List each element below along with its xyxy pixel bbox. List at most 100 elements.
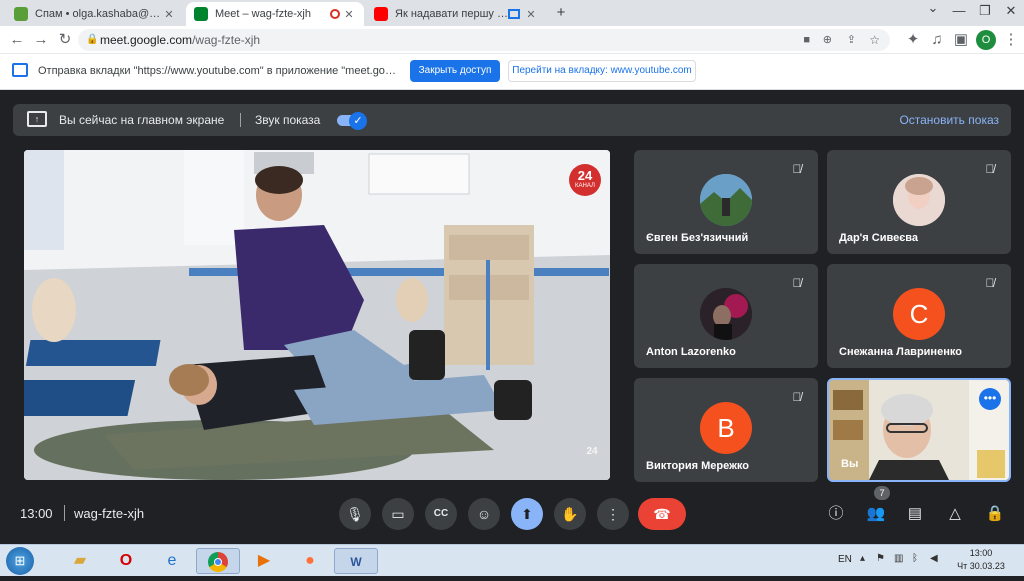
firefox-icon[interactable]: ● (288, 548, 332, 574)
url-path: /wag-fzte-xjh (192, 33, 261, 47)
mic-off-icon: 🎙̸ (985, 276, 995, 290)
self-tile[interactable]: ••• Вы (827, 378, 1011, 482)
chat-icon[interactable]: ▤ (903, 502, 927, 526)
side-panel-icon[interactable]: ▣ (950, 29, 972, 51)
mic-off-icon: 🎙̸ (792, 390, 802, 404)
captions-button[interactable]: CC (425, 498, 457, 530)
participant-name: Вы (841, 458, 859, 470)
cast-icon (508, 9, 520, 19)
screen-share-icon (12, 63, 28, 77)
participant-tile[interactable]: 🎙̸ Євген Без'язичний (634, 150, 818, 254)
tray-arrow-icon[interactable]: ▴ (860, 553, 865, 564)
avatar (893, 174, 945, 226)
participant-tile[interactable]: 🎙̸ С Снежанна Лавриненко (827, 264, 1011, 368)
zoom-icon[interactable]: ⊕ (823, 29, 832, 51)
youtube-favicon-icon (374, 7, 388, 21)
windows-taskbar: ⊞ ▰ O e ▶ ● W EN ▴ ⚑ ▥ ᛒ ◀ 13:00 Чт 30.0… (0, 544, 1024, 576)
activities-icon[interactable]: △ (943, 502, 967, 526)
opera-icon[interactable]: O (104, 548, 148, 574)
close-icon[interactable]: ✕ (524, 8, 538, 21)
switch-tab-button[interactable]: Перейти на вкладку: www.youtube.com (508, 60, 696, 82)
mail-favicon-icon (14, 7, 28, 21)
participant-name: Дар'я Сивеєва (839, 232, 919, 244)
people-count-badge: 7 (874, 486, 890, 500)
bluetooth-icon[interactable]: ᛒ (912, 553, 918, 564)
close-icon[interactable]: ✕ (162, 8, 176, 21)
url-host: meet.google.com (100, 33, 193, 47)
word-icon[interactable]: W (334, 548, 378, 574)
taskbar-time[interactable]: 13:00 (958, 548, 1004, 558)
presented-video: 24 КАНАЛ 24 (24, 150, 610, 480)
tab-youtube[interactable]: Як надавати першу домедич ✕ (366, 2, 546, 26)
restore-icon[interactable]: ❐ (974, 3, 996, 23)
tab-meet[interactable]: Meet – wag-fzte-xjh ✕ (186, 2, 364, 26)
mic-off-icon: 🎙̸ (792, 276, 802, 290)
video-frame-image (24, 150, 610, 480)
chrome-icon[interactable] (196, 548, 240, 574)
network-icon[interactable]: ▥ (894, 553, 903, 564)
present-button[interactable]: ⬆ (511, 498, 543, 530)
window-close-icon[interactable]: ✕ (1000, 3, 1022, 23)
participant-name: Anton Lazorenko (646, 346, 736, 358)
media-player-icon[interactable]: ▶ (242, 548, 286, 574)
tab-title: Спам • olga.kashaba@ukr.net (35, 8, 162, 20)
reload-icon[interactable]: ↻ (54, 29, 76, 51)
meeting-code: wag-fzte-xjh (74, 506, 145, 521)
avatar: С (893, 288, 945, 340)
minimize-icon[interactable]: — (948, 3, 970, 23)
volume-icon[interactable]: ◀ (930, 553, 938, 564)
present-screen-icon: ↑ (27, 111, 47, 127)
share-icon[interactable]: ⇪ (847, 29, 856, 51)
avatar (700, 288, 752, 340)
meeting-details-icon[interactable]: ⓘ (824, 502, 848, 526)
participant-tile[interactable]: 🎙̸ В Виктория Мережко (634, 378, 818, 482)
check-icon: ✓ (349, 112, 367, 130)
camera-button[interactable]: ▭ (382, 498, 414, 530)
media-icon[interactable]: ♫ (926, 29, 948, 51)
bookmark-star-icon[interactable]: ☆ (869, 29, 880, 51)
stop-presenting-button[interactable]: Остановить показ (899, 113, 999, 127)
divider (64, 505, 65, 521)
raise-hand-button[interactable]: ✋ (554, 498, 586, 530)
presentation-bar: ↑ Вы сейчас на главном экране Звук показ… (13, 104, 1011, 136)
participant-tile[interactable]: 🎙̸ Дар'я Сивеєва (827, 150, 1011, 254)
participant-name: Виктория Мережко (646, 460, 749, 472)
more-options-button[interactable]: ⋮ (597, 498, 629, 530)
meeting-clock: 13:00 (20, 506, 53, 521)
camera-icon[interactable]: ■ (803, 29, 810, 51)
host-controls-icon[interactable]: 🔒 (983, 502, 1007, 526)
internet-explorer-icon[interactable]: e (150, 548, 194, 574)
tab-search-icon[interactable]: ⌄ (922, 0, 944, 20)
recording-icon (330, 9, 340, 19)
new-tab-button[interactable]: + (552, 4, 570, 22)
leave-call-button[interactable]: ☎ (638, 498, 686, 530)
address-bar[interactable]: 🔒 meet.google.com/wag-fzte-xjh ■ ⊕ ⇪ ☆ (78, 29, 890, 51)
menu-icon[interactable]: ⋮ (1000, 29, 1022, 51)
avatar: В (700, 402, 752, 454)
extensions-icon[interactable]: ✦ (902, 29, 924, 51)
more-options-icon[interactable]: ••• (979, 388, 1001, 410)
file-explorer-icon[interactable]: ▰ (58, 548, 102, 574)
start-button-icon[interactable]: ⊞ (6, 547, 34, 575)
divider (240, 113, 241, 127)
flag-icon[interactable]: ⚑ (876, 553, 885, 564)
back-icon[interactable]: ← (6, 29, 28, 51)
microphone-button[interactable]: 🎙 (339, 498, 371, 530)
tab-mail[interactable]: Спам • olga.kashaba@ukr.net ✕ (6, 2, 184, 26)
browser-tab-strip: Спам • olga.kashaba@ukr.net ✕ Meet – wag… (0, 0, 1024, 26)
close-icon[interactable]: ✕ (342, 8, 356, 21)
stop-sharing-button[interactable]: Закрыть доступ (410, 60, 500, 82)
participant-tile[interactable]: 🎙̸ Anton Lazorenko (634, 264, 818, 368)
tab-title: Як надавати першу домедич (395, 8, 508, 20)
people-icon[interactable]: 👥 (864, 502, 888, 526)
language-indicator[interactable]: EN (838, 554, 852, 565)
sharing-message: Отправка вкладки "https://www.youtube.co… (38, 65, 398, 77)
browser-toolbar: ← → ↻ 🔒 meet.google.com/wag-fzte-xjh ■ ⊕… (0, 26, 1024, 54)
mic-off-icon: 🎙̸ (792, 162, 802, 176)
reactions-button[interactable]: ☺ (468, 498, 500, 530)
profile-avatar[interactable]: O (976, 30, 996, 50)
participant-name: Снежанна Лавриненко (839, 346, 962, 358)
taskbar-date[interactable]: Чт 30.03.23 (954, 561, 1008, 571)
forward-icon[interactable]: → (30, 29, 52, 51)
main-screen-text: Вы сейчас на главном экране (59, 113, 225, 127)
